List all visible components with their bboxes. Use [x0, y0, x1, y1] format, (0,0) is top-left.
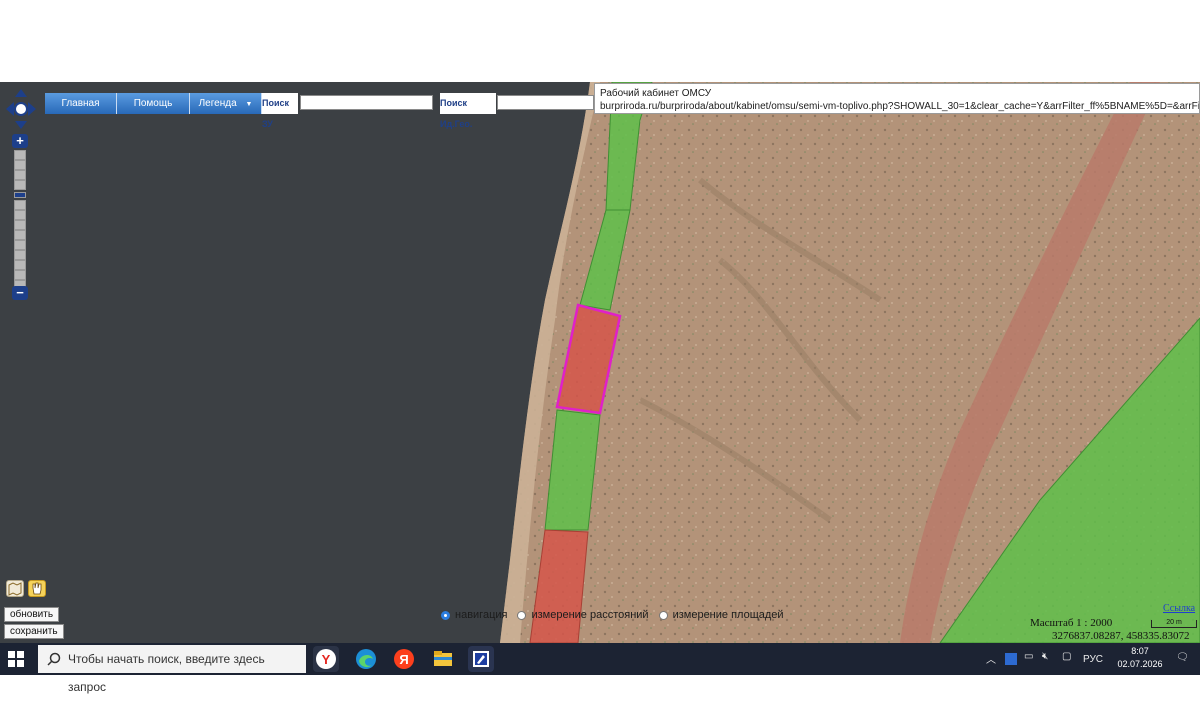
map-canvas[interactable] — [0, 82, 1200, 643]
taskbar-clock[interactable]: 8:07 02.07.2026 — [1117, 645, 1163, 671]
scale-bar: 20 m — [1151, 619, 1197, 628]
zoom-in-button[interactable]: + — [12, 134, 28, 148]
map-imagery — [0, 82, 1200, 643]
zoom-level-step[interactable] — [14, 250, 26, 260]
zoom-level-step[interactable] — [14, 240, 26, 250]
zoom-level-step[interactable] — [14, 200, 26, 210]
network-icon[interactable]: ▭ — [1024, 651, 1033, 662]
language-indicator[interactable]: РУС — [1083, 654, 1103, 665]
yandex-icon[interactable]: Я — [391, 646, 417, 672]
clock-date: 02.07.2026 — [1117, 659, 1163, 669]
refresh-button[interactable]: обновить — [4, 607, 60, 622]
mode-navigation-radio[interactable] — [441, 610, 450, 620]
windows-start-icon[interactable] — [8, 651, 24, 667]
zoom-level-step[interactable] — [14, 220, 26, 230]
speaker-muted-icon[interactable]: 🔇︎ — [1042, 651, 1048, 662]
zoom-level-step[interactable] — [14, 260, 26, 270]
pan-left-icon[interactable] — [6, 102, 14, 116]
pan-down-icon[interactable] — [15, 121, 27, 129]
app-root: + − Главная Помощь Легенда ▼ Поиск ЗУ По… — [0, 0, 1200, 694]
search-geo-input[interactable] — [497, 95, 594, 110]
top-blank-area — [0, 0, 1200, 82]
cursor-coordinates: 3276837.08287, 458335.83072 — [1052, 630, 1190, 642]
map-tool-icon[interactable] — [6, 580, 24, 597]
clock-time: 8:07 — [1131, 646, 1149, 656]
menu-home[interactable]: Главная — [45, 93, 117, 114]
mode-area-radio[interactable] — [658, 610, 668, 620]
mode-distance-label: измерение расстояний — [531, 609, 649, 621]
water-body — [0, 82, 590, 643]
search-icon — [47, 652, 61, 666]
zoom-level-step[interactable] — [14, 170, 26, 180]
link-tooltip: Рабочий кабинет ОМСУ burpriroda.ru/burpr… — [594, 83, 1200, 114]
mode-navigation-label: навигация — [455, 609, 508, 621]
tray-app-icon[interactable] — [1005, 653, 1017, 665]
pan-control[interactable] — [6, 89, 36, 129]
pan-right-icon[interactable] — [28, 102, 36, 116]
search-zu-label: Поиск ЗУ — [262, 93, 298, 129]
svg-text:Я: Я — [399, 652, 408, 667]
chevron-up-icon[interactable]: ︿ — [986, 651, 996, 666]
zoom-level-step[interactable] — [14, 270, 26, 280]
chat-icon[interactable]: ▢ — [1062, 651, 1071, 662]
svg-text:Y: Y — [322, 652, 331, 667]
zoom-level-current[interactable] — [14, 192, 26, 198]
app-icon[interactable] — [468, 646, 494, 672]
zoom-level-step[interactable] — [14, 180, 26, 190]
pan-up-icon[interactable] — [15, 89, 27, 97]
menu-help[interactable]: Помощь — [117, 93, 190, 114]
zoom-level-step[interactable] — [14, 210, 26, 220]
search-geo-label: Поиск Ид.Гео. — [440, 93, 496, 129]
menu-legend[interactable]: Легенда ▼ — [190, 93, 262, 114]
tooltip-url: burpriroda.ru/burpriroda/about/kabinet/o… — [600, 101, 1200, 112]
notification-icon[interactable]: 🗨︎ — [1176, 652, 1189, 663]
zoom-out-button[interactable]: − — [12, 286, 28, 300]
file-explorer-icon[interactable] — [430, 646, 456, 672]
scale-text: Масштаб 1 : 2000 — [1030, 617, 1113, 629]
mode-distance-radio[interactable] — [517, 610, 527, 620]
zoom-level-step[interactable] — [14, 230, 26, 240]
taskbar-search[interactable]: Чтобы начать поиск, введите здесь запрос — [38, 645, 306, 694]
mode-area-label: измерение площадей — [672, 609, 784, 621]
hand-pan-icon[interactable] — [28, 580, 46, 597]
tooltip-title: Рабочий кабинет ОМСУ — [600, 88, 712, 99]
mode-selector: навигация измерение расстояний измерение… — [437, 607, 784, 623]
zoom-slider[interactable]: + − — [12, 134, 28, 300]
save-button[interactable]: сохранить — [4, 624, 64, 639]
zoom-level-step[interactable] — [14, 150, 26, 160]
permalink[interactable]: Ссылка — [1163, 603, 1195, 614]
chevron-down-icon: ▼ — [245, 101, 253, 108]
edge-icon[interactable] — [353, 646, 379, 672]
top-menu: Главная Помощь Легенда ▼ — [45, 93, 262, 114]
pan-center-icon — [14, 102, 28, 116]
menu-legend-label: Легенда — [198, 98, 237, 109]
search-zu-input[interactable] — [300, 95, 433, 110]
zoom-level-step[interactable] — [14, 160, 26, 170]
yandex-browser-icon[interactable]: Y — [313, 646, 339, 672]
